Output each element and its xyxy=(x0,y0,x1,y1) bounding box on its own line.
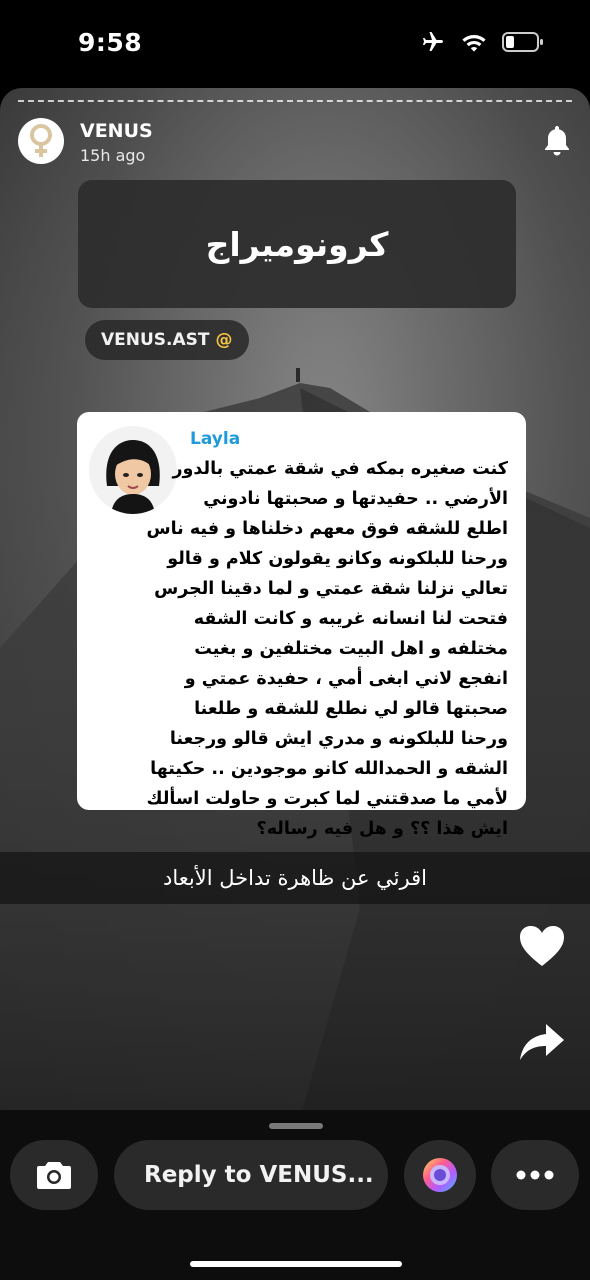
message-line: انفجع لاني ابغى أمي ، حفيدة عمتي و xyxy=(184,669,508,689)
camera-icon xyxy=(37,1162,71,1189)
message-line: الأرضي .. حفيدتها و صحبتها نادوني xyxy=(203,489,508,509)
message-text: كنت صغيره بمكه في شقة عمتي بالدور الأرضي… xyxy=(99,454,508,844)
message-line: اطلع للشقه فوق معهم دخلناها و فيه ناس xyxy=(146,519,508,539)
home-indicator[interactable] xyxy=(190,1261,402,1267)
camera-button[interactable] xyxy=(10,1140,98,1210)
message-line: فتحت لنا انسانه غريبه و كانت الشقه xyxy=(193,609,508,629)
reply-input[interactable]: Reply to VENUS... xyxy=(114,1140,388,1210)
mention-handle: VENUS.AST xyxy=(101,330,210,350)
venus-symbol-icon xyxy=(30,124,52,157)
sheet-grabber[interactable] xyxy=(269,1123,323,1129)
story-view[interactable]: VENUS 15h ago كرونوميراج VENUS.AST @ Lay… xyxy=(0,88,590,1118)
lens-icon xyxy=(423,1158,457,1192)
story-progress-bar xyxy=(18,100,572,104)
message-line: ورحنا للبلكونه وكانو يقولون كلام و قالو xyxy=(167,549,508,569)
message-line: تعالي نزلنا شقة عمتي و لما دقينا الجرس xyxy=(154,579,508,599)
share-icon[interactable] xyxy=(518,1022,566,1062)
bell-icon[interactable] xyxy=(542,124,572,156)
avatar[interactable] xyxy=(18,118,64,164)
heart-icon[interactable] xyxy=(518,924,566,968)
status-icons xyxy=(420,30,544,54)
message-line: كنت صغيره بمكه في شقة عمتي بالدور xyxy=(172,459,508,479)
status-time: 9:58 xyxy=(78,28,143,57)
message-line: الشقه و الحمدالله كانو موجودين .. حكيتها xyxy=(150,759,508,779)
more-icon xyxy=(516,1170,554,1180)
more-button[interactable] xyxy=(491,1140,579,1210)
lens-button[interactable] xyxy=(404,1140,476,1210)
sender-name: Layla xyxy=(190,429,241,449)
message-line: لأمي ما صدقتني لما كبرت و حاولت اسألك xyxy=(146,789,508,809)
story-username[interactable]: VENUS xyxy=(80,120,153,142)
status-bar: 9:58 xyxy=(0,0,590,88)
message-line: صحبتها قالو لي نطلع للشقه و طلعنا xyxy=(194,699,508,719)
story-title-card: كرونوميراج xyxy=(78,180,516,308)
message-line: مختلفه و اهل البيت مختلفين و بغيت xyxy=(194,639,508,659)
story-caption: اقرئي عن ظاهرة تداخل الأبعاد xyxy=(0,852,590,904)
mention-sticker[interactable]: VENUS.AST @ xyxy=(85,320,249,360)
message-line: ايش هذا ؟؟ و هل فيه رساله؟ xyxy=(256,819,508,839)
mention-at-symbol: @ xyxy=(215,330,233,350)
story-header: VENUS 15h ago xyxy=(18,118,572,168)
message-card: Layla كنت صغيره بمكه في شقة عمتي بالدور … xyxy=(77,412,526,839)
wifi-icon xyxy=(462,35,486,52)
airplane-icon xyxy=(423,32,443,51)
story-timestamp: 15h ago xyxy=(80,146,146,165)
message-line: ورحنا للبلكونه و مدري ايش قالو ورجعنا xyxy=(169,729,508,749)
battery-icon xyxy=(502,32,543,52)
